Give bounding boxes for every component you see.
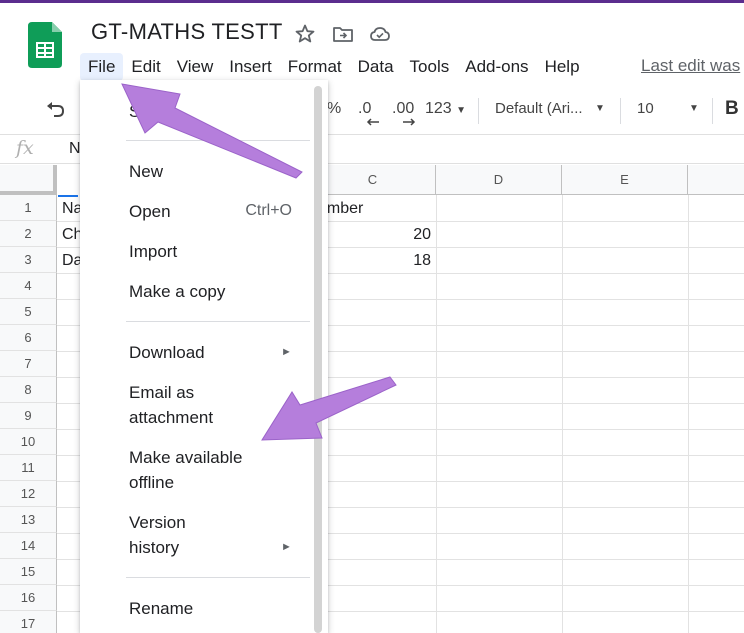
row-header[interactable]: 17 xyxy=(0,611,57,633)
menu-item-version-history[interactable]: Version history xyxy=(129,510,186,560)
font-family-value: Default (Ari... xyxy=(495,100,583,117)
offline-line-1: Make available xyxy=(129,448,243,467)
undo-icon[interactable] xyxy=(44,100,66,120)
menu-item-new[interactable]: New xyxy=(129,159,163,184)
version-line-2: history xyxy=(129,538,180,557)
font-family-select[interactable]: Default (Ari... ▼ xyxy=(495,100,605,117)
menu-item-import[interactable]: Import xyxy=(129,239,177,264)
select-all-corner[interactable] xyxy=(0,165,57,195)
column-header-f[interactable] xyxy=(688,165,744,195)
decrease-decimal-label: .0 xyxy=(358,100,372,117)
cell-c2[interactable]: 20 xyxy=(330,226,431,244)
menu-format[interactable]: Format xyxy=(280,53,350,81)
menu-separator xyxy=(126,321,310,322)
window-top-border xyxy=(0,0,744,3)
grid-line xyxy=(436,195,437,633)
decrease-decimal-button[interactable]: .0 xyxy=(358,100,379,126)
menu-tools[interactable]: Tools xyxy=(402,53,458,81)
email-line-2: attachment xyxy=(129,408,214,427)
formula-input[interactable]: N xyxy=(69,140,81,158)
menu-item-partial[interactable]: S xyxy=(129,99,140,124)
more-formats-label: 123 xyxy=(425,100,452,117)
toolbar-divider xyxy=(620,98,621,124)
row-header[interactable]: 6 xyxy=(0,325,57,351)
bold-button[interactable]: B xyxy=(725,98,739,120)
offline-line-2: offline xyxy=(129,473,175,492)
increase-decimal-button[interactable]: .00 xyxy=(392,100,416,126)
email-line-1: Email as xyxy=(129,383,195,402)
menu-edit[interactable]: Edit xyxy=(123,53,168,81)
row-header[interactable]: 13 xyxy=(0,507,57,533)
menu-scrollbar[interactable] xyxy=(314,86,322,633)
arrow-right-icon xyxy=(403,118,416,126)
row-header[interactable]: 1 xyxy=(0,195,57,221)
row-header[interactable]: 10 xyxy=(0,429,57,455)
menu-file[interactable]: File xyxy=(80,53,124,81)
submenu-arrow-icon: ► xyxy=(281,541,292,553)
toolbar-divider xyxy=(712,98,713,124)
menu-item-download[interactable]: Download xyxy=(129,340,205,365)
selected-cell-indicator xyxy=(58,195,78,197)
fx-icon: fx xyxy=(16,137,34,159)
menu-item-make-a-copy[interactable]: Make a copy xyxy=(129,279,225,304)
row-header[interactable]: 14 xyxy=(0,533,57,559)
menu-separator xyxy=(126,577,310,578)
format-percent-button[interactable]: % xyxy=(327,100,341,118)
row-header[interactable]: 5 xyxy=(0,299,57,325)
menu-data[interactable]: Data xyxy=(350,53,402,81)
row-header[interactable]: 12 xyxy=(0,481,57,507)
menu-item-email-as-attachment[interactable]: Email as attachment xyxy=(129,380,213,430)
version-line-1: Version xyxy=(129,513,186,532)
grid-line xyxy=(688,195,689,633)
font-size-value: 10 xyxy=(637,100,654,117)
menu-insert[interactable]: Insert xyxy=(221,53,280,81)
column-header-c[interactable]: C xyxy=(310,165,436,195)
row-header[interactable]: 4 xyxy=(0,273,57,299)
star-icon[interactable] xyxy=(293,22,317,46)
dropdown-caret-icon: ▼ xyxy=(595,103,605,114)
menu-help[interactable]: Help xyxy=(537,53,588,81)
arrow-left-icon xyxy=(366,118,379,126)
column-header-e[interactable]: E xyxy=(562,165,688,195)
font-size-select[interactable]: 10 ▼ xyxy=(637,100,699,117)
row-header[interactable]: 16 xyxy=(0,585,57,611)
cell-c3[interactable]: 18 xyxy=(330,252,431,270)
dropdown-caret-icon: ▼ xyxy=(456,105,467,116)
grid-line xyxy=(562,195,563,633)
row-header[interactable]: 3 xyxy=(0,247,57,273)
row-header[interactable]: 9 xyxy=(0,403,57,429)
menu-item-open[interactable]: Open xyxy=(129,199,171,224)
increase-decimal-label: .00 xyxy=(392,100,415,117)
more-formats-button[interactable]: 123 ▼ xyxy=(425,100,466,118)
file-menu-dropdown: S New Open Ctrl+O Import Make a copy Dow… xyxy=(80,80,328,633)
toolbar-divider xyxy=(478,98,479,124)
last-edit-link[interactable]: Last edit was xyxy=(641,56,740,76)
menu-item-make-available-offline[interactable]: Make available offline xyxy=(129,445,242,495)
menu-add-ons[interactable]: Add-ons xyxy=(457,53,536,81)
menu-view[interactable]: View xyxy=(169,53,222,81)
row-header[interactable]: 2 xyxy=(0,221,57,247)
submenu-arrow-icon: ► xyxy=(281,346,292,358)
document-title[interactable]: GT-MATHS TESTT xyxy=(91,19,283,45)
menu-separator xyxy=(126,140,310,141)
dropdown-caret-icon: ▼ xyxy=(689,103,699,114)
menu-item-rename[interactable]: Rename xyxy=(129,596,193,621)
row-header[interactable]: 7 xyxy=(0,351,57,377)
row-header[interactable]: 8 xyxy=(0,377,57,403)
open-shortcut: Ctrl+O xyxy=(245,202,292,219)
cloud-saved-icon[interactable] xyxy=(368,22,392,46)
move-to-folder-icon[interactable] xyxy=(331,22,355,46)
column-header-d[interactable]: D xyxy=(436,165,562,195)
row-header[interactable]: 11 xyxy=(0,455,57,481)
row-header[interactable]: 15 xyxy=(0,559,57,585)
menu-bar: File Edit View Insert Format Data Tools … xyxy=(80,52,588,82)
google-sheets-logo-icon[interactable] xyxy=(28,22,62,68)
